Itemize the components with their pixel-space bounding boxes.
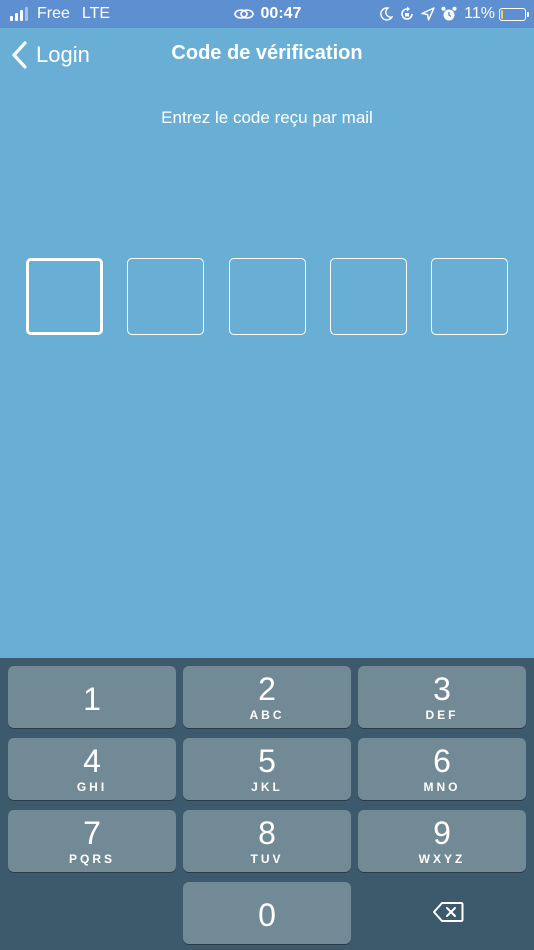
key-digit: 4 <box>83 742 101 779</box>
key-letters: DEF <box>425 707 459 722</box>
key-0[interactable]: 0 <box>183 882 351 944</box>
battery-percent: 11% <box>464 5 495 22</box>
link-icon <box>233 9 254 19</box>
key-letters: MNO <box>423 779 461 794</box>
battery-level <box>501 9 503 19</box>
delete-key[interactable] <box>420 890 476 934</box>
key-letters: JKL <box>251 779 283 794</box>
key-5[interactable]: 5 JKL <box>183 738 351 800</box>
code-digit-field-4[interactable] <box>329 258 407 335</box>
key-letters: WXYZ <box>418 851 466 866</box>
moon-icon <box>379 7 394 21</box>
code-digit-field-2[interactable] <box>127 258 205 335</box>
code-input-group <box>26 258 508 335</box>
key-9[interactable]: 9 WXYZ <box>358 810 526 872</box>
key-1[interactable]: 1 <box>8 666 176 728</box>
key-digit: 3 <box>433 670 451 707</box>
key-6[interactable]: 6 MNO <box>358 738 526 800</box>
key-letters: PQRS <box>68 851 115 866</box>
key-2[interactable]: 2 ABC <box>183 666 351 728</box>
status-bar: Free LTE 00:47 11% <box>0 0 534 28</box>
status-time: 00:47 <box>260 5 302 22</box>
code-digit-field-3[interactable] <box>228 258 306 335</box>
page-title: Code de vérification <box>171 42 363 64</box>
code-digit-field-1[interactable] <box>26 258 103 335</box>
key-digit: 5 <box>258 742 276 779</box>
key-digit: 2 <box>258 670 276 707</box>
key-4[interactable]: 4 GHI <box>8 738 176 800</box>
battery-icon <box>499 7 529 21</box>
key-digit: 6 <box>433 742 451 779</box>
status-bar-right: 11% <box>373 0 529 28</box>
numeric-keypad: 1 2 ABC 3 DEF 4 GHI 5 JKL 6 MNO 7 PQRS 8… <box>0 658 534 950</box>
key-letters: GHI <box>76 779 108 794</box>
key-digit: 1 <box>83 681 101 717</box>
key-digit: 9 <box>433 814 451 851</box>
instruction-text: Entrez le code reçu par mail <box>161 108 373 127</box>
rotation-lock-icon <box>399 6 415 22</box>
location-icon <box>421 7 435 21</box>
key-digit: 8 <box>258 814 276 851</box>
key-8[interactable]: 8 TUV <box>183 810 351 872</box>
alarm-icon <box>441 6 457 22</box>
key-digit: 7 <box>83 814 101 851</box>
code-digit-field-5[interactable] <box>431 258 508 335</box>
key-letters: ABC <box>249 707 285 722</box>
backspace-icon <box>433 902 464 922</box>
key-letters: TUV <box>250 851 284 866</box>
key-digit: 0 <box>258 897 276 933</box>
key-7[interactable]: 7 PQRS <box>8 810 176 872</box>
key-3[interactable]: 3 DEF <box>358 666 526 728</box>
